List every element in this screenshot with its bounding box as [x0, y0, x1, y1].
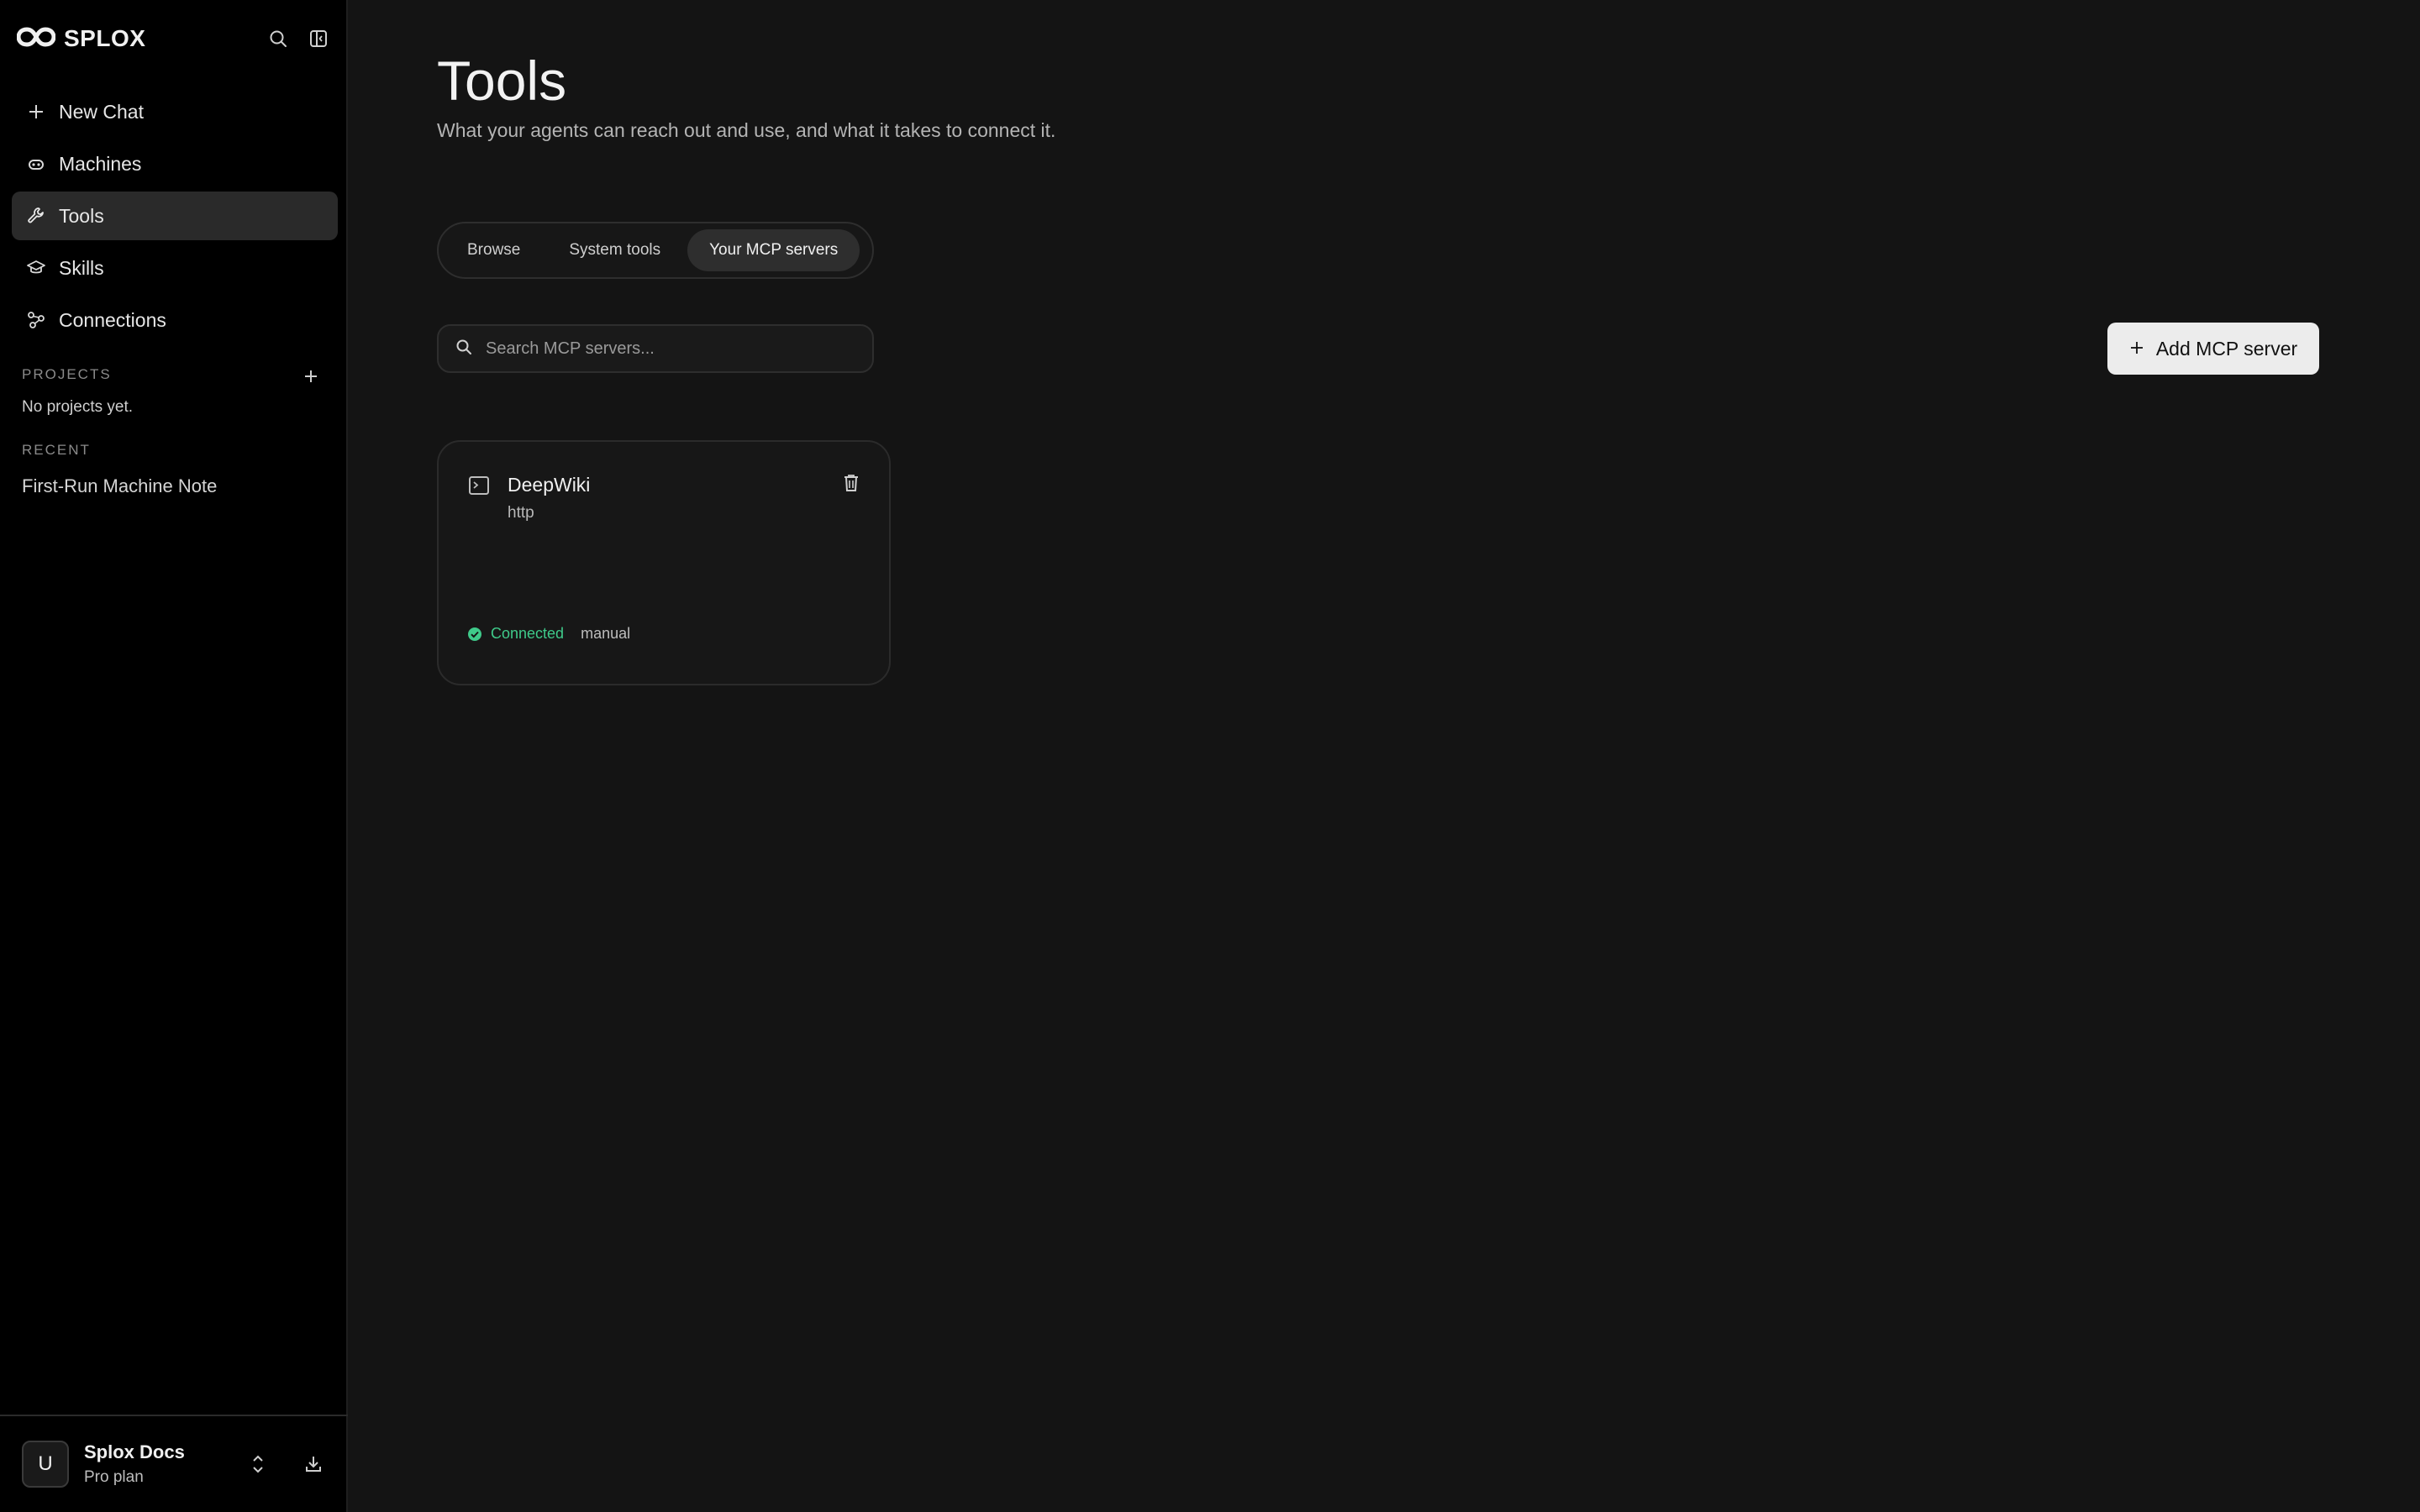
search-icon[interactable] — [266, 26, 291, 51]
avatar[interactable]: U — [22, 1441, 69, 1488]
sidebar-nav: New Chat Machines Tools Skills Connectio… — [12, 87, 338, 348]
mcp-server-card[interactable]: DeepWiki http Connected manual — [437, 440, 891, 685]
plus-icon — [2129, 338, 2144, 360]
search-icon — [455, 339, 472, 360]
check-circle-icon — [467, 627, 482, 642]
sidebar-item-label: Machines — [59, 152, 142, 175]
sidebar-item-label: Skills — [59, 256, 104, 279]
plus-icon — [25, 101, 47, 123]
brand-row: SPLOX — [16, 22, 331, 55]
search-input[interactable] — [486, 339, 839, 359]
sidebar-item-label: New Chat — [59, 100, 144, 123]
server-name: DeepWiki — [508, 474, 591, 496]
account-info[interactable]: Splox Docs Pro plan — [84, 1441, 185, 1487]
add-project-icon[interactable] — [299, 365, 323, 388]
sidebar-toggle-icon[interactable] — [306, 26, 331, 51]
account-footer: U Splox Docs Pro plan — [0, 1415, 348, 1512]
search-box — [437, 324, 874, 373]
sidebar-item-tools[interactable]: Tools — [12, 192, 338, 240]
server-mode: manual — [581, 625, 631, 642]
wrench-icon — [25, 205, 47, 227]
chevron-up-down-icon[interactable] — [245, 1452, 271, 1477]
trash-icon[interactable] — [839, 470, 864, 496]
sidebar: SPLOX New Chat Machines Tools Skills Con… — [0, 0, 348, 1512]
account-name: Splox Docs — [84, 1441, 185, 1462]
download-icon[interactable] — [301, 1452, 326, 1477]
brand-name: SPLOX — [64, 25, 146, 51]
sidebar-item-label: Tools — [59, 204, 104, 227]
page-subtitle: What your agents can reach out and use, … — [437, 119, 1056, 141]
recent-item[interactable]: First-Run Machine Note — [22, 475, 217, 497]
sidebar-item-machines[interactable]: Machines — [12, 139, 338, 188]
projects-empty-note: No projects yet. — [22, 398, 133, 416]
sidebar-item-label: Connections — [59, 308, 166, 331]
robot-icon — [25, 153, 47, 175]
graduation-cap-icon — [25, 257, 47, 279]
projects-heading: PROJECTS — [22, 366, 112, 382]
sidebar-item-skills[interactable]: Skills — [12, 244, 338, 292]
connections-icon — [25, 309, 47, 331]
server-status: Connected manual — [467, 625, 630, 643]
main-content: Tools What your agents can reach out and… — [348, 0, 2420, 1512]
sidebar-item-connections[interactable]: Connections — [12, 296, 338, 344]
tab-system-tools[interactable]: System tools — [547, 229, 682, 271]
add-mcp-server-button[interactable]: Add MCP server — [2107, 323, 2319, 375]
tab-browse[interactable]: Browse — [445, 229, 542, 271]
splox-logo-icon — [16, 26, 56, 52]
add-mcp-server-label: Add MCP server — [2155, 337, 2298, 360]
tab-your-mcp-servers[interactable]: Your MCP servers — [687, 229, 860, 271]
recent-heading: RECENT — [22, 442, 91, 458]
app-window: SPLOX New Chat Machines Tools Skills Con… — [0, 0, 2420, 1512]
terminal-icon — [467, 474, 491, 497]
server-type: http — [508, 504, 534, 522]
sidebar-item-new-chat[interactable]: New Chat — [12, 87, 338, 136]
account-plan: Pro plan — [84, 1468, 144, 1486]
tools-tabs: Browse System tools Your MCP servers — [437, 222, 874, 279]
logo[interactable]: SPLOX — [16, 25, 146, 52]
page-title: Tools — [437, 50, 567, 112]
status-badge: Connected — [491, 625, 565, 642]
